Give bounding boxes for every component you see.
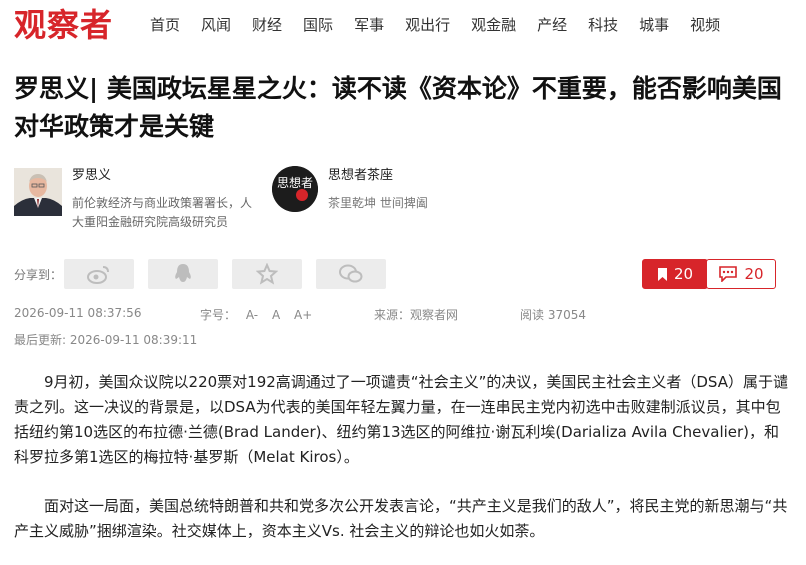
author-name[interactable]: 罗思义 xyxy=(72,164,111,183)
share-qq-button[interactable] xyxy=(148,259,218,289)
nav-item-finance[interactable]: 财经 xyxy=(252,14,282,36)
favorite-button[interactable]: 20 xyxy=(642,259,708,289)
nav-item-international[interactable]: 国际 xyxy=(303,14,333,36)
view-count: 阅读 37054 xyxy=(520,308,586,322)
comment-count: 20 xyxy=(744,265,764,283)
font-size-decrease-button[interactable]: A- xyxy=(246,308,258,322)
qzone-star-icon xyxy=(256,263,278,285)
share-qzone-button[interactable] xyxy=(232,259,302,289)
author-avatar[interactable] xyxy=(14,168,62,216)
wechat-icon xyxy=(339,264,363,284)
nav-item-mobility[interactable]: 观出行 xyxy=(405,14,450,36)
share-bar: 分享到： 20 20 xyxy=(14,259,794,289)
article-body: 9月初，美国众议院以220票对192高调通过了一项谴责“社会主义”的决议，美国民… xyxy=(14,370,794,565)
nav-item-banking[interactable]: 观金融 xyxy=(471,14,516,36)
last-updated: 最后更新: 2026-09-11 08:39:11 xyxy=(14,333,198,347)
share-weibo-button[interactable] xyxy=(64,259,134,289)
comment-button[interactable]: 20 xyxy=(706,259,776,289)
column-subtitle: 茶里乾坤 世间捭阖 xyxy=(328,196,428,210)
site-logo[interactable]: 观察者 xyxy=(14,4,113,46)
nav-item-video[interactable]: 视频 xyxy=(690,14,720,36)
article-paragraph: 9月初，美国众议院以220票对192高调通过了一项谴责“社会主义”的决议，美国民… xyxy=(14,373,788,466)
font-size-label: 字号： xyxy=(200,308,237,322)
comment-icon xyxy=(718,266,744,282)
column-logo[interactable]: 思想者 xyxy=(272,166,318,212)
bookmark-icon xyxy=(657,267,674,282)
nav-item-city[interactable]: 城事 xyxy=(639,14,669,36)
article-paragraph: 面对这一局面，美国总统特朗普和共和党多次公开发表言论，“共产主义是我们的敌人”，… xyxy=(14,497,788,540)
share-label: 分享到： xyxy=(14,268,63,282)
main-nav: 首页 风闻 财经 国际 军事 观出行 观金融 产经 科技 城事 视频 xyxy=(150,14,741,36)
article-headline: 罗思义| 美国政坛星星之火：读不读《资本论》不重要，能否影响美国对华政策才是关键 xyxy=(14,74,782,141)
nav-item-home[interactable]: 首页 xyxy=(150,14,180,36)
column-name[interactable]: 思想者茶座 xyxy=(328,164,393,183)
nav-item-fengwen[interactable]: 风闻 xyxy=(201,14,231,36)
font-size-controls: 字号： A- A A+ xyxy=(200,306,322,323)
publish-time: 2026-09-11 08:37:56 xyxy=(14,306,142,320)
article-source: 来源：观察者网 xyxy=(374,308,459,322)
author-description: 前伦敦经济与商业政策署署长，人大重阳金融研究院高级研究员 xyxy=(72,196,253,229)
nav-item-industry[interactable]: 产经 xyxy=(537,14,567,36)
qq-icon xyxy=(173,263,193,285)
font-size-default-button[interactable]: A xyxy=(272,308,280,322)
column-logo-text: 思想者 xyxy=(277,175,313,190)
font-size-increase-button[interactable]: A+ xyxy=(294,308,312,322)
nav-item-tech[interactable]: 科技 xyxy=(588,14,618,36)
weibo-icon xyxy=(87,264,111,284)
top-navigation-bar: 观察者 首页 风闻 财经 国际 军事 观出行 观金融 产经 科技 城事 视频 xyxy=(0,0,806,50)
share-wechat-button[interactable] xyxy=(316,259,386,289)
favorite-count: 20 xyxy=(673,265,694,283)
nav-item-military[interactable]: 军事 xyxy=(354,14,384,36)
